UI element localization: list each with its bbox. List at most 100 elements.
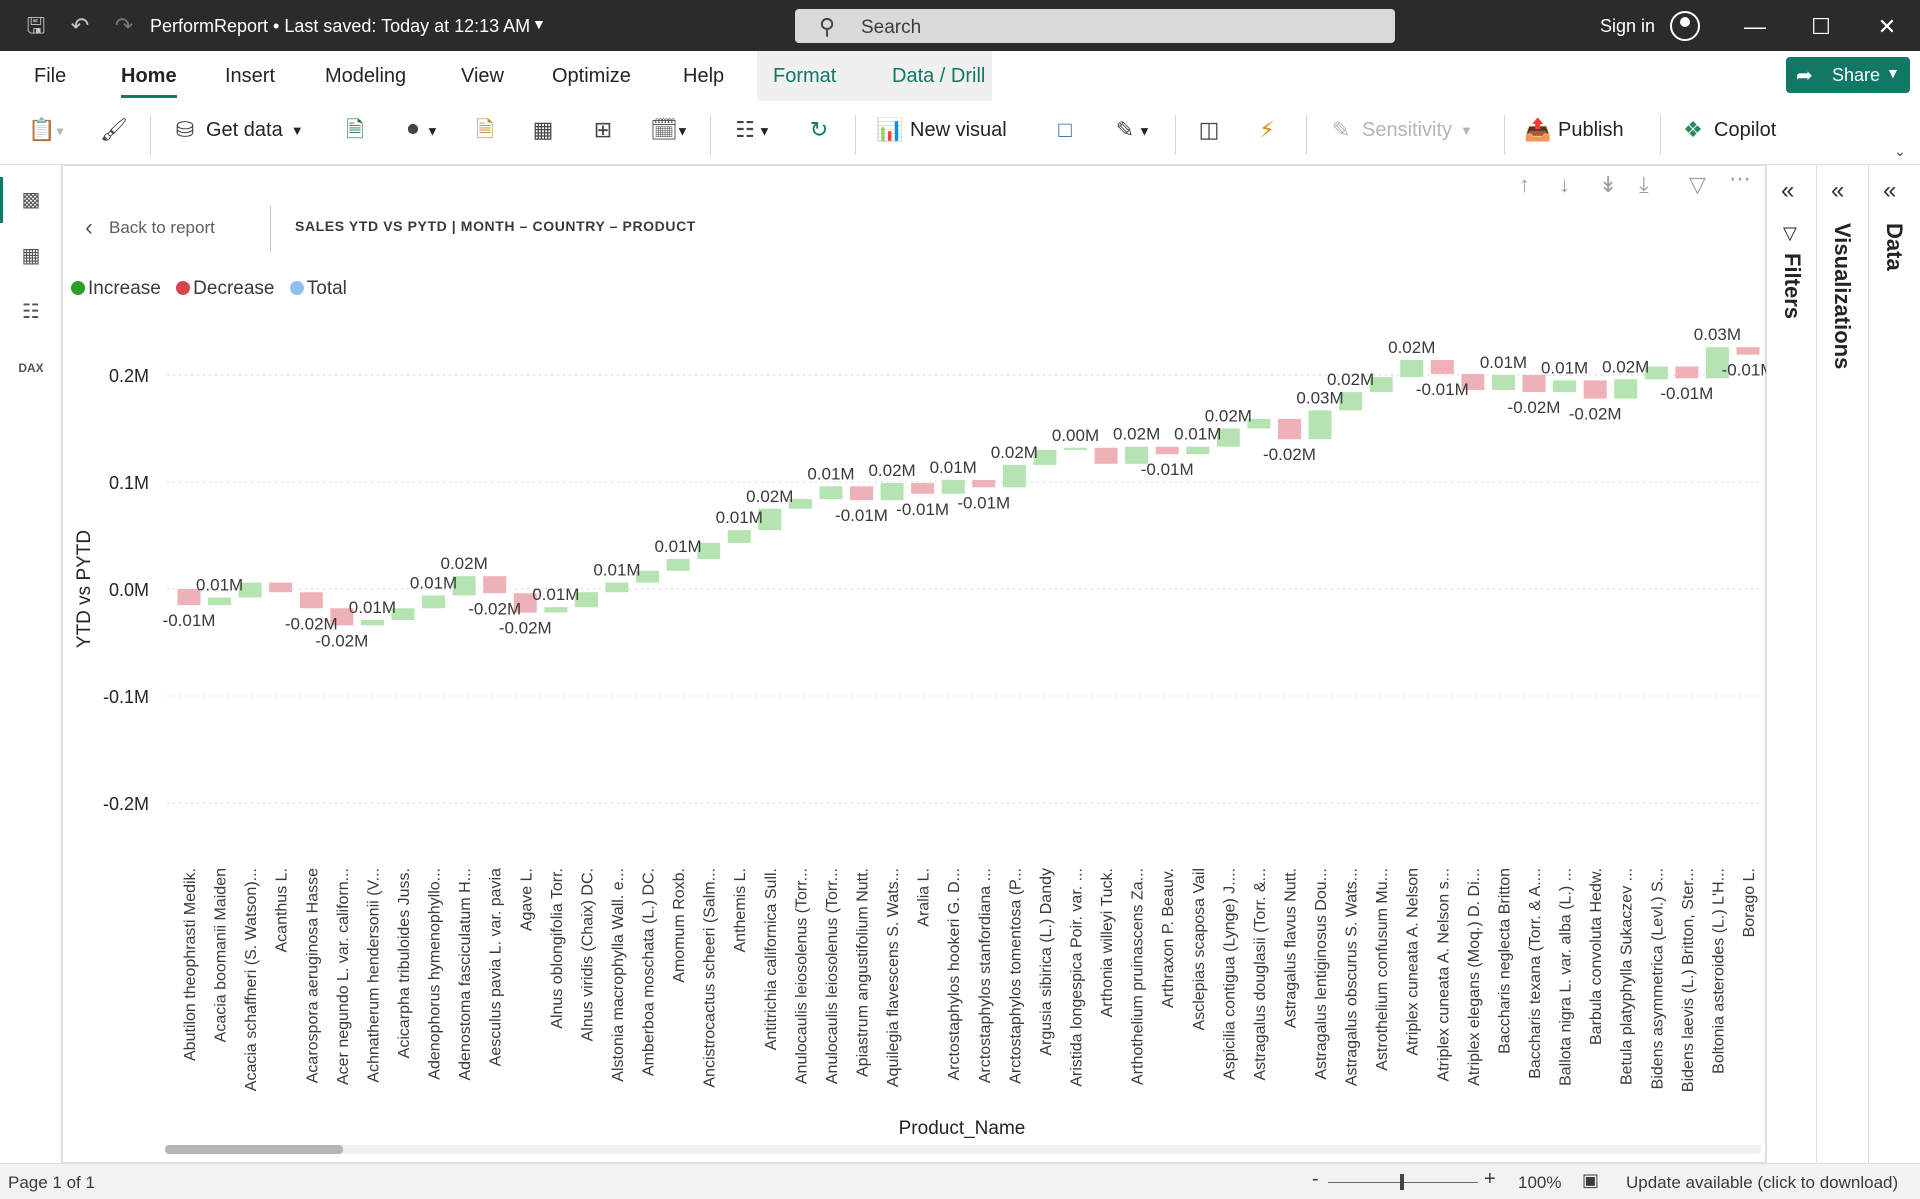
waterfall-bar[interactable] [666, 559, 690, 571]
waterfall-bar[interactable] [544, 607, 568, 613]
get-data-button[interactable]: ⛁ Get data ▼ [172, 117, 304, 151]
format-painter-button[interactable]: 🖌 [100, 117, 128, 151]
waterfall-bar[interactable] [299, 592, 323, 609]
sign-in-link[interactable]: Sign in [1600, 16, 1655, 37]
zoom-in-icon[interactable]: + [1484, 1168, 1496, 1191]
waterfall-bar[interactable] [1155, 446, 1179, 455]
waterfall-bar[interactable] [880, 483, 904, 501]
data-pane[interactable]: « Data [1868, 165, 1920, 1163]
waterfall-bar[interactable] [636, 570, 660, 583]
model-view-icon[interactable]: ☷ [16, 297, 46, 327]
expand-hierarchy-icon[interactable]: ⤓ [1639, 172, 1649, 198]
report-view-icon[interactable]: ▩ [16, 185, 46, 215]
scrollbar-thumb[interactable] [165, 1145, 343, 1154]
tab-file[interactable]: File [34, 65, 66, 88]
waterfall-bar[interactable] [360, 620, 384, 626]
waterfall-bar[interactable] [1461, 373, 1485, 390]
tab-help[interactable]: Help [683, 65, 724, 88]
waterfall-bar[interactable] [1247, 418, 1271, 429]
onelake-button[interactable]: ⚫ ▼ [400, 117, 439, 151]
enter-data-button[interactable]: ▦ [530, 117, 556, 151]
close-icon[interactable]: ✕ [1872, 12, 1902, 42]
search-input[interactable]: ⚲ Search [795, 9, 1395, 43]
recent-sources-button[interactable]: ⊞ [590, 117, 616, 151]
new-visual-button[interactable]: 📊 New visual [876, 117, 1007, 151]
waterfall-bar[interactable] [422, 595, 446, 609]
waterfall-bar[interactable] [1125, 446, 1149, 464]
tab-view[interactable]: View [461, 65, 504, 88]
tab-modeling[interactable]: Modeling [325, 65, 406, 88]
waterfall-bar[interactable] [1583, 380, 1607, 399]
waterfall-bar[interactable] [1491, 375, 1515, 390]
waterfall-bar[interactable] [972, 479, 996, 488]
edit-query-button[interactable]: ☷ ▼ [732, 117, 771, 151]
waterfall-bar[interactable] [513, 593, 537, 613]
waterfall-bar[interactable] [1063, 447, 1087, 450]
text-box-button[interactable]: □ [1052, 117, 1078, 151]
waterfall-bar[interactable] [269, 582, 293, 593]
tab-insert[interactable]: Insert [225, 65, 275, 88]
back-to-report-button[interactable]: ‹ Back to report [85, 214, 215, 242]
excel-button[interactable]: 🗎 [342, 117, 368, 151]
tab-home[interactable]: Home [121, 65, 177, 98]
dax-query-view-icon[interactable]: DAX [16, 353, 46, 383]
horizontal-scrollbar[interactable] [165, 1145, 1761, 1154]
waterfall-bar[interactable] [1339, 392, 1363, 411]
waterfall-bar[interactable] [1033, 449, 1057, 465]
waterfall-bar[interactable] [1369, 377, 1393, 393]
zoom-out-icon[interactable]: - [1312, 1168, 1319, 1191]
waterfall-bar[interactable] [208, 597, 232, 606]
filters-pane[interactable]: « ▽ Filters [1766, 165, 1816, 1163]
waterfall-bar[interactable] [177, 589, 201, 606]
undo-icon[interactable]: ↶ [66, 12, 94, 40]
zoom-slider-thumb[interactable] [1400, 1174, 1404, 1190]
waterfall-bar[interactable] [819, 486, 843, 500]
tab-format[interactable]: Format [773, 65, 836, 88]
update-notice[interactable]: Update available (click to download) [1626, 1173, 1898, 1193]
copilot-button[interactable]: ❖ Copilot [1680, 117, 1776, 151]
save-icon[interactable]: 🖫 [22, 12, 50, 40]
filter-icon[interactable]: ▽ [1689, 172, 1706, 198]
waterfall-bar[interactable] [1002, 464, 1026, 488]
share-button[interactable]: ➦ Share ▼ [1786, 57, 1910, 93]
visualizations-pane[interactable]: « Visualizations [1816, 165, 1868, 1163]
waterfall-bar[interactable] [1553, 380, 1577, 393]
new-measure-button[interactable]: ◫ [1196, 117, 1222, 151]
tab-optimize[interactable]: Optimize [552, 65, 631, 88]
more-options-icon[interactable]: ⋯ [1729, 166, 1751, 192]
maximize-icon[interactable]: ☐ [1806, 12, 1836, 42]
dataverse-button[interactable]: 🗎 [472, 117, 498, 151]
waterfall-bar[interactable] [1705, 347, 1729, 379]
waterfall-bar[interactable] [1277, 418, 1301, 440]
waterfall-bar[interactable] [330, 608, 354, 626]
waterfall-bar[interactable] [727, 530, 751, 543]
waterfall-bar[interactable] [1430, 360, 1454, 374]
ribbon-collapse-icon[interactable]: ⌄ [1894, 143, 1906, 160]
waterfall-bar[interactable] [1675, 366, 1699, 379]
waterfall-bar[interactable] [1094, 447, 1118, 464]
waterfall-bar[interactable] [574, 592, 598, 608]
chevron-down-icon[interactable]: ▼ [532, 16, 546, 32]
legend-item-increase[interactable]: Increase [71, 278, 161, 300]
minimize-icon[interactable]: — [1740, 12, 1770, 42]
waterfall-bar[interactable] [788, 499, 812, 509]
quick-measure-button[interactable]: ⚡ [1254, 117, 1280, 151]
waterfall-bar[interactable] [1216, 428, 1240, 447]
waterfall-bar[interactable] [238, 582, 262, 598]
more-visuals-button[interactable]: ✎ ▼ [1112, 117, 1151, 151]
waterfall-bar[interactable] [483, 576, 507, 594]
expand-icon[interactable]: « [1781, 177, 1794, 205]
waterfall-bar[interactable] [1522, 375, 1546, 393]
waterfall-bar[interactable] [911, 483, 935, 494]
document-title[interactable]: PerformReport • Last saved: Today at 12:… [150, 16, 530, 37]
waterfall-bar[interactable] [941, 479, 965, 494]
legend-item-total[interactable]: Total [289, 278, 347, 300]
waterfall-bar[interactable] [697, 542, 721, 560]
waterfall-bar[interactable] [1644, 366, 1668, 380]
transform-data-button[interactable]: 🗓▼ [650, 117, 689, 151]
zoom-level[interactable]: 100% [1518, 1173, 1561, 1193]
drill-down-icon[interactable]: ↓ [1559, 172, 1570, 198]
table-view-icon[interactable]: ▦ [16, 241, 46, 271]
waterfall-bar[interactable] [1736, 347, 1760, 355]
waterfall-bar[interactable] [1400, 360, 1424, 378]
